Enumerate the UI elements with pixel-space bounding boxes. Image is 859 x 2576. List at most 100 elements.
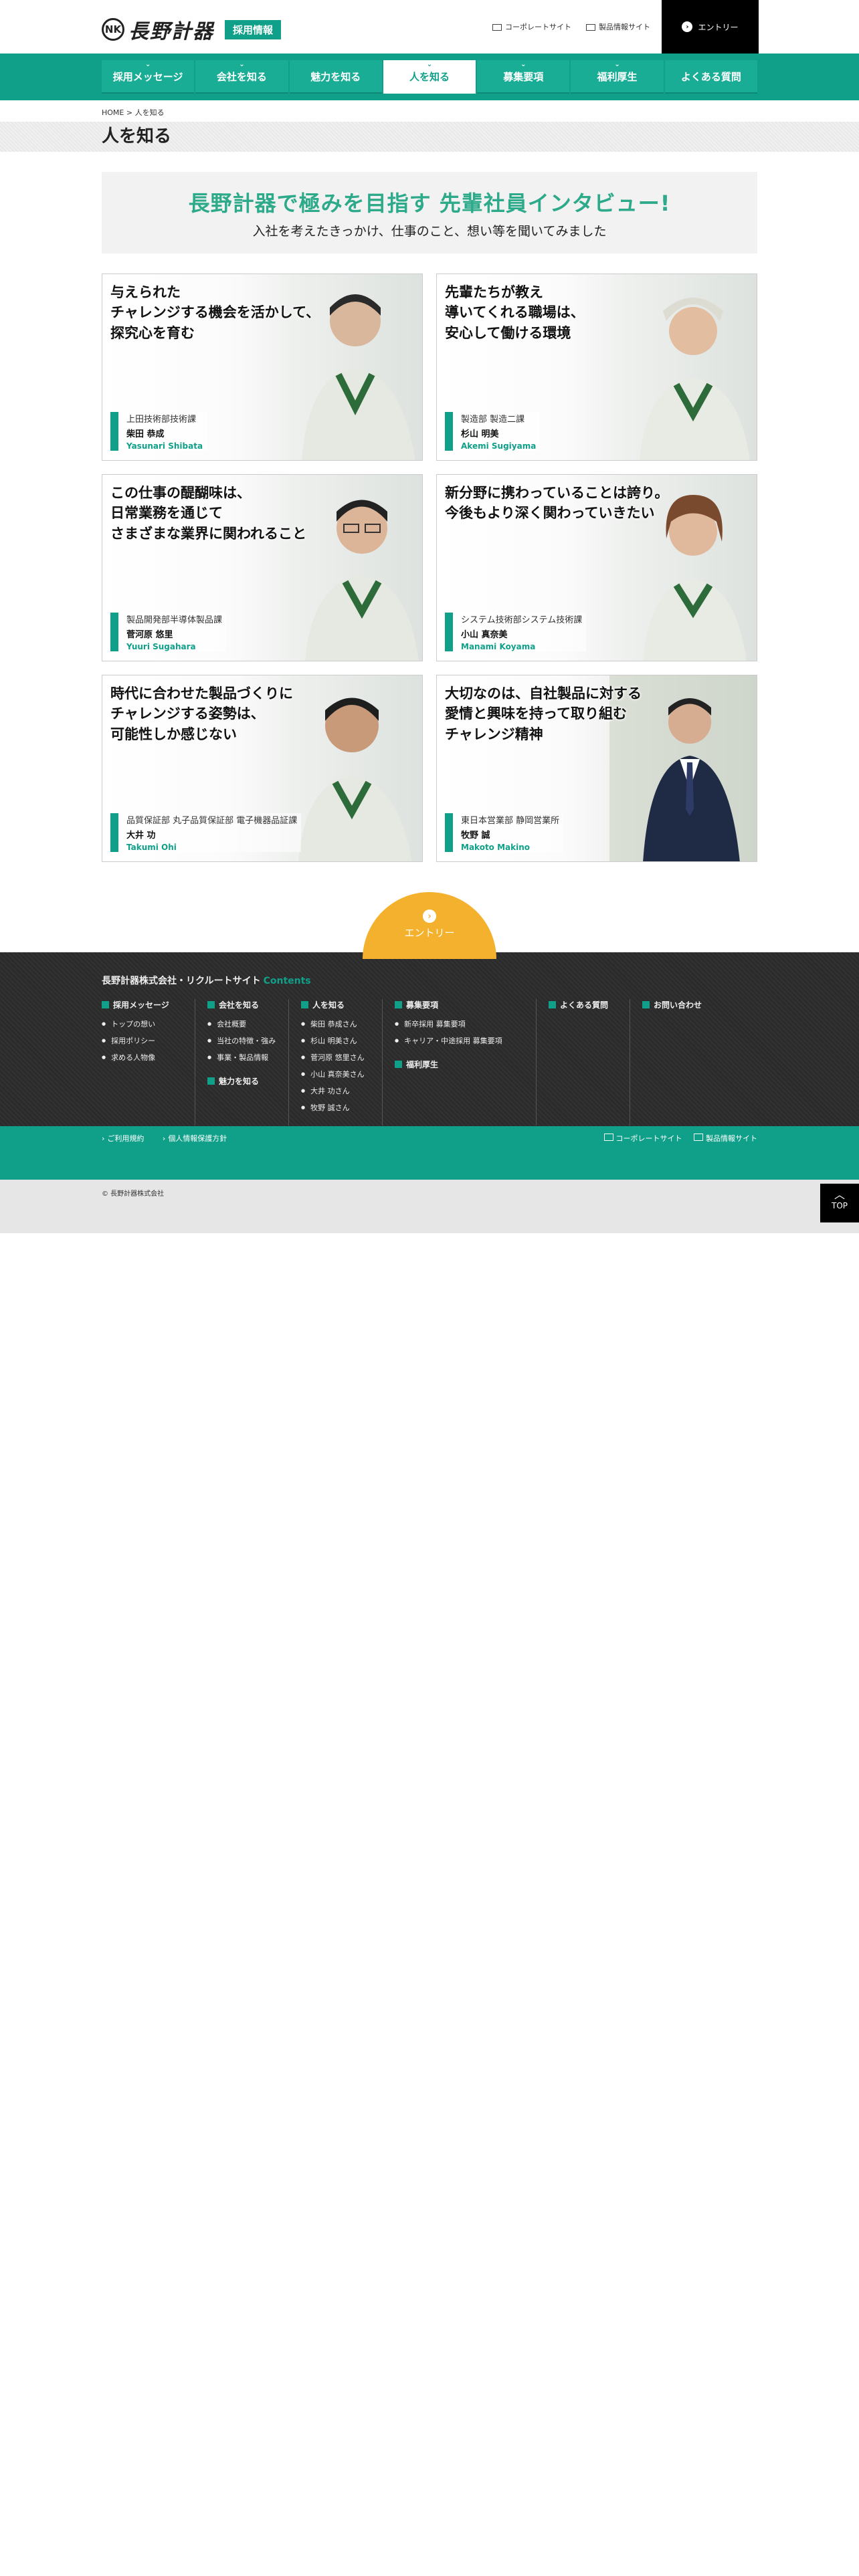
footer-link-contact[interactable]: お問い合わせ [642,999,724,1010]
footer-link-faq[interactable]: よくある質問 [549,999,630,1010]
card-info: 製造部 製造二課 杉山 明美 Akemi Sugiyama [445,412,541,451]
footer-link-people[interactable]: 人を知る [301,999,382,1010]
interview-card-koyama[interactable]: 新分野に携わっていることは誇り。 今後もより深く関わっていきたい システム技術部… [436,474,757,661]
footer-link[interactable]: 新卒採用 募集要項 [395,1016,536,1033]
interview-card-sugahara[interactable]: この仕事の醍醐味は、 日常業務を通じて さまざまな業界に関われること 製品開発部… [102,474,423,661]
card-roman-name: Yuuri Sugahara [126,642,196,651]
external-window-icon [586,24,595,31]
privacy-link[interactable]: 個人情報保護方針 [163,1134,227,1143]
card-quote: 先輩たちが教え 導いてくれる職場は、 安心して働ける環境 [445,284,585,341]
card-quote: 時代に合わせた製品づくりに チャレンジする姿勢は、 可能性しか感じない [110,685,293,742]
card-dept: 東日本営業部 静岡営業所 [461,816,560,826]
card-name: 牧野 誠 [461,831,490,841]
card-info: 上田技術部技術課 柴田 恭成 Yasunari Shibata [110,412,207,451]
card-quote: 与えられた チャレンジする機会を活かして、 探究心を育む [110,284,320,341]
card-dept: 製造部 製造二課 [461,415,525,425]
footer-link[interactable]: 採用ポリシー [102,1033,195,1049]
card-dept: 上田技術部技術課 [126,415,197,425]
footer-link[interactable]: トップの想い [102,1016,195,1033]
footer-link-company[interactable]: 会社を知る [207,999,288,1010]
interview-grid: 与えられた チャレンジする機会を活かして、 探究心を育む 上田技術部技術課 柴田… [102,274,757,862]
card-name: 菅河原 悠里 [126,630,173,640]
card-name: 小山 真奈美 [461,630,508,640]
footer-link-requirements[interactable]: 募集要項 [395,999,536,1010]
site-footer: 長野計器株式会社・リクルートサイトContents 採用メッセージ トップの想い… [0,952,859,1126]
interview-card-ohi[interactable]: 時代に合わせた製品づくりに チャレンジする姿勢は、 可能性しか感じない 品質保証… [102,675,423,862]
breadcrumb-home[interactable]: HOME [102,108,124,117]
arrow-right-icon: › [423,909,436,923]
interview-banner: 長野計器で極みを目指す 先輩社員インタビュー! 入社を考えたきっかけ、仕事のこと… [102,172,757,253]
card-dept: システム技術部システム技術課 [461,615,583,625]
card-info: システム技術部システム技術課 小山 真奈美 Manami Koyama [445,613,587,651]
copyright-bar: © 長野計器株式会社 [0,1180,859,1233]
breadcrumb: HOME > 人を知る [102,108,165,117]
card-info: 品質保証部 丸子品質保証部 電子機器品証課 大井 功 Takumi Ohi [110,813,302,852]
nav-item-message[interactable]: 採用メッセージ [102,60,195,94]
card-info: 東日本営業部 静岡営業所 牧野 誠 Makoto Makino [445,813,564,852]
footer-corporate-site-link[interactable]: コーポレートサイト [604,1134,682,1143]
breadcrumb-current: 人を知る [134,108,165,117]
recruit-badge: 採用情報 [225,19,282,39]
interview-card-shibata[interactable]: 与えられた チャレンジする機会を活かして、 探究心を育む 上田技術部技術課 柴田… [102,274,423,461]
footer-col-contact: お問い合わせ [630,999,724,1125]
interview-card-makino[interactable]: 大切なのは、自社製品に対する 愛情と興味を持って取り組む チャレンジ精神 東日本… [436,675,757,862]
card-name: 柴田 恭成 [126,429,165,439]
logo-text: 長野計器 [128,20,214,43]
title-band: 人を知る [0,122,859,152]
footer-link-appeal[interactable]: 魅力を知る [207,1075,288,1087]
corporate-site-link[interactable]: コーポレートサイト [492,21,571,32]
chevron-up-icon: ︿ [834,1188,845,1201]
card-name: 大井 功 [126,831,156,841]
nav-item-company[interactable]: 会社を知る [195,60,288,94]
footer-link-welfare[interactable]: 福利厚生 [395,1059,536,1070]
footer-link[interactable]: 牧野 誠さん [301,1099,382,1116]
back-to-top-button[interactable]: ︿ TOP [820,1184,859,1222]
card-quote: 大切なのは、自社製品に対する 愛情と興味を持って取り組む チャレンジ精神 [445,685,642,742]
footer-col-message: 採用メッセージ トップの想い 採用ポリシー 求める人物像 [102,999,195,1125]
terms-link[interactable]: ご利用規約 [102,1134,144,1143]
site-logo[interactable]: NK 長野計器 採用情報 [102,15,282,44]
person-photo-icon [640,298,750,460]
footer-link[interactable]: 小山 真奈美さん [301,1066,382,1083]
footer-link[interactable]: 事業・製品情報 [207,1049,288,1066]
footer-link[interactable]: 当社の特徴・強み [207,1033,288,1049]
card-roman-name: Akemi Sugiyama [461,441,537,451]
entry-tab-button[interactable]: › エントリー [363,892,496,959]
nav-item-appeal[interactable]: 魅力を知る [289,60,382,94]
footer-link[interactable]: 杉山 明美さん [301,1033,382,1049]
card-name: 杉山 明美 [461,429,499,439]
arrow-right-icon: › [682,21,693,32]
global-nav: 採用メッセージ 会社を知る 魅力を知る 人を知る 募集要項 福利厚生 よくある質… [0,53,859,100]
external-window-icon [492,24,502,31]
footer-link[interactable]: キャリア・中途採用 募集要項 [395,1033,536,1049]
nav-item-people[interactable]: 人を知る [383,60,476,94]
footer-link[interactable]: 求める人物像 [102,1049,195,1066]
footer-col-people: 人を知る 柴田 恭成さん 杉山 明美さん 菅河原 悠里さん 小山 真奈美さん 大… [289,999,383,1125]
nav-item-requirements[interactable]: 募集要項 [477,60,570,94]
footer-link[interactable]: 会社概要 [207,1016,288,1033]
copyright-text: © 長野計器株式会社 [102,1190,165,1198]
card-dept: 品質保証部 丸子品質保証部 電子機器品証課 [126,816,298,826]
nav-item-welfare[interactable]: 福利厚生 [571,60,664,94]
footer-col-requirements: 募集要項 新卒採用 募集要項 キャリア・中途採用 募集要項 福利厚生 [383,999,537,1125]
footer-col-faq: よくある質問 [537,999,630,1125]
card-roman-name: Takumi Ohi [126,843,177,852]
interview-card-sugiyama[interactable]: 先輩たちが教え 導いてくれる職場は、 安心して働ける環境 製造部 製造二課 杉山… [436,274,757,461]
nav-item-faq[interactable]: よくある質問 [664,60,757,94]
footer-link[interactable]: 菅河原 悠里さん [301,1049,382,1066]
site-header: NK 長野計器 採用情報 コーポレートサイト 製品情報サイト › エントリー [0,0,859,53]
card-dept: 製品開発部半導体製品課 [126,615,223,625]
entry-button[interactable]: › エントリー [662,0,759,53]
header-links: コーポレートサイト 製品情報サイト [492,21,650,32]
footer-link[interactable]: 大井 功さん [301,1083,382,1099]
card-roman-name: Manami Koyama [461,642,536,651]
banner-headline: 長野計器で極みを目指す 先輩社員インタビュー! [188,191,671,216]
product-site-link[interactable]: 製品情報サイト [586,21,650,32]
card-quote: この仕事の醍醐味は、 日常業務を通じて さまざまな業界に関われること [110,485,306,542]
footer-link[interactable]: 柴田 恭成さん [301,1016,382,1033]
footer-link-message[interactable]: 採用メッセージ [102,999,195,1010]
banner-subtext: 入社を考えたきっかけ、仕事のこと、想い等を聞いてみました [252,224,607,239]
footer-product-site-link[interactable]: 製品情報サイト [694,1134,757,1143]
card-roman-name: Yasunari Shibata [126,441,203,451]
footer-col-company: 会社を知る 会社概要 当社の特徴・強み 事業・製品情報 魅力を知る [195,999,289,1125]
